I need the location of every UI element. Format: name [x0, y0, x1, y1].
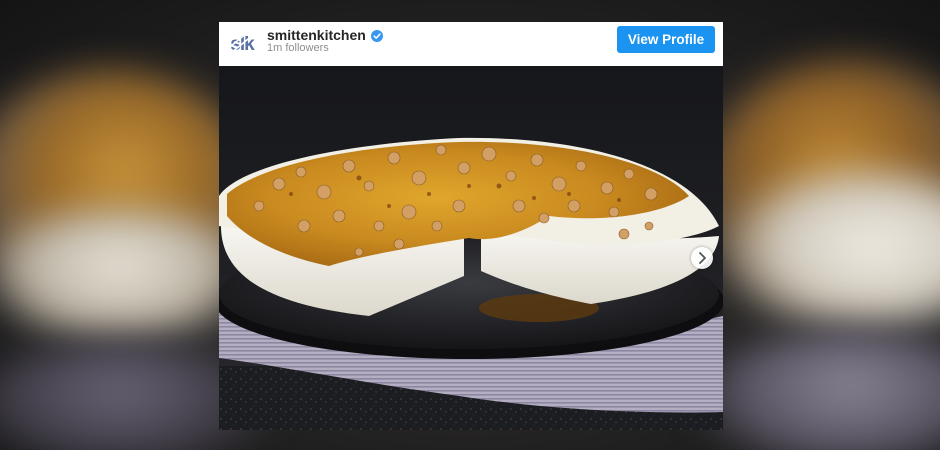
- post-photo[interactable]: [219, 66, 723, 430]
- sk-logo-icon[interactable]: slk: [226, 29, 258, 57]
- view-profile-button[interactable]: View Profile: [617, 26, 715, 53]
- follower-count: 1m followers: [267, 42, 329, 54]
- blurred-background-right-cloth: [700, 330, 940, 450]
- embed-backdrop: slk smittenkitchen 1m followers View Pro…: [0, 0, 940, 450]
- chevron-right-icon[interactable]: [691, 247, 713, 269]
- verified-badge-icon: [370, 30, 383, 42]
- instagram-post-card: slk smittenkitchen 1m followers View Pro…: [219, 22, 723, 430]
- post-header: slk smittenkitchen 1m followers View Pro…: [219, 22, 723, 66]
